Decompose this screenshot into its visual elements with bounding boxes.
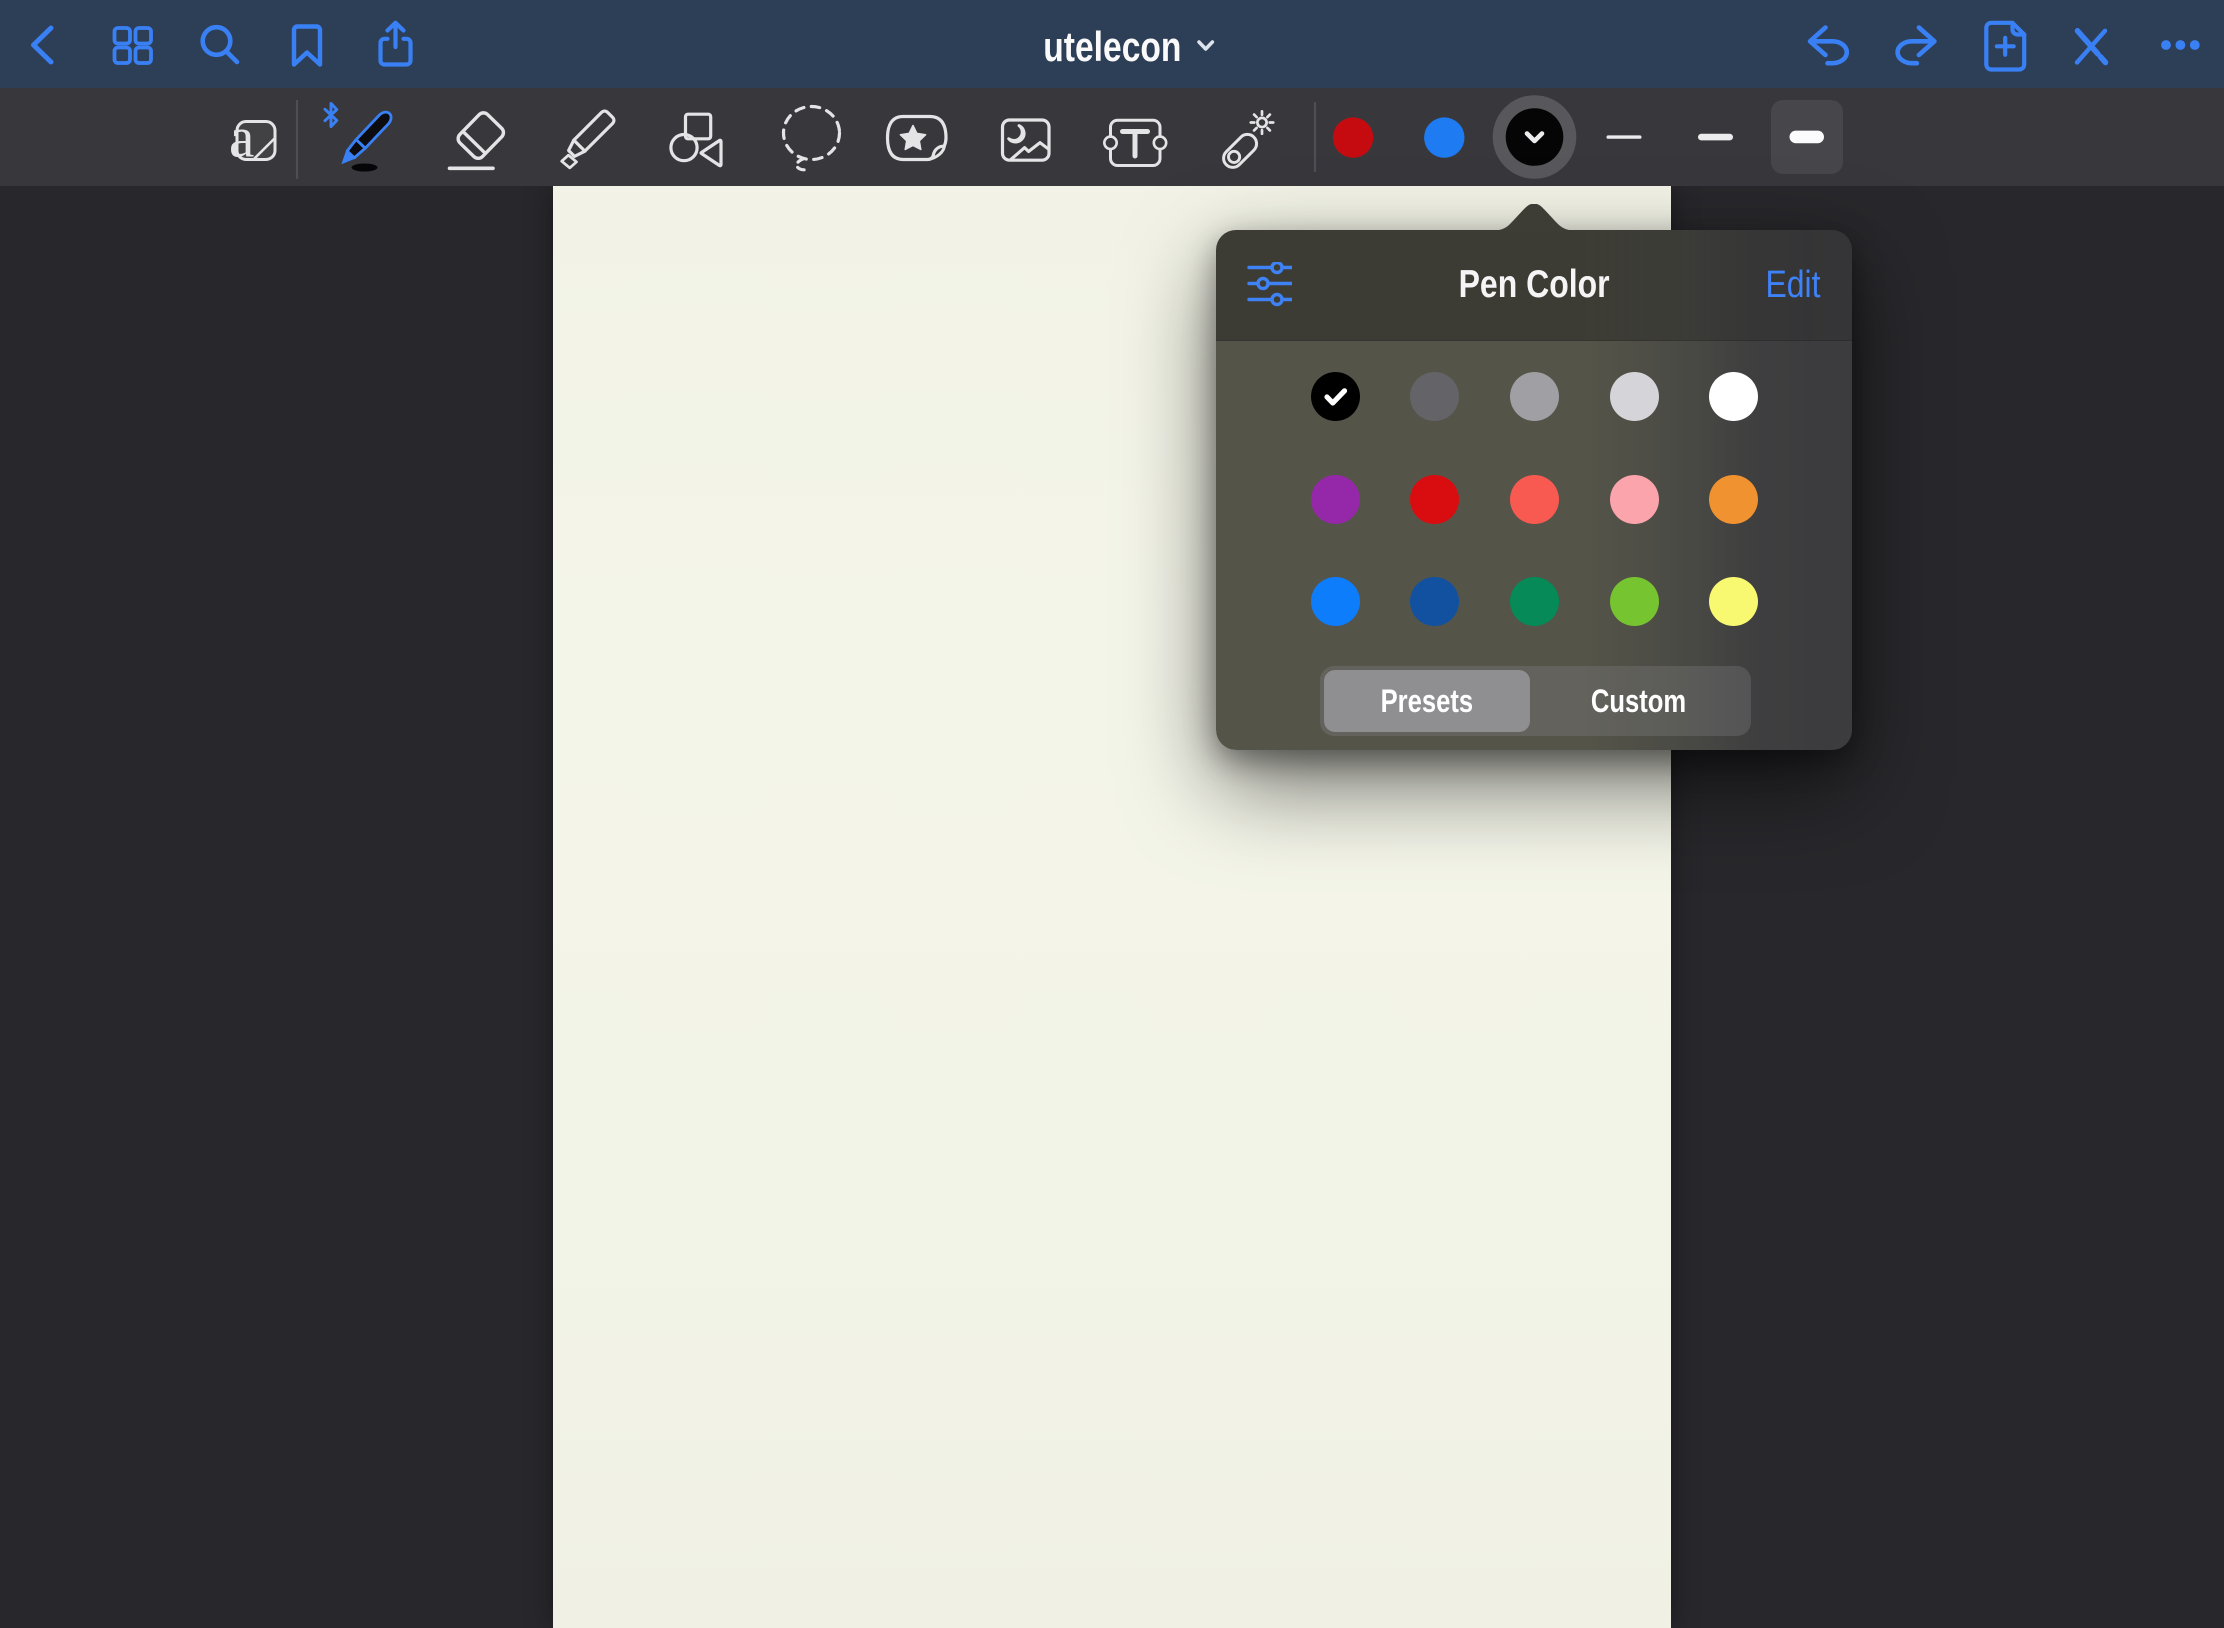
svg-text:a: a: [229, 107, 254, 170]
